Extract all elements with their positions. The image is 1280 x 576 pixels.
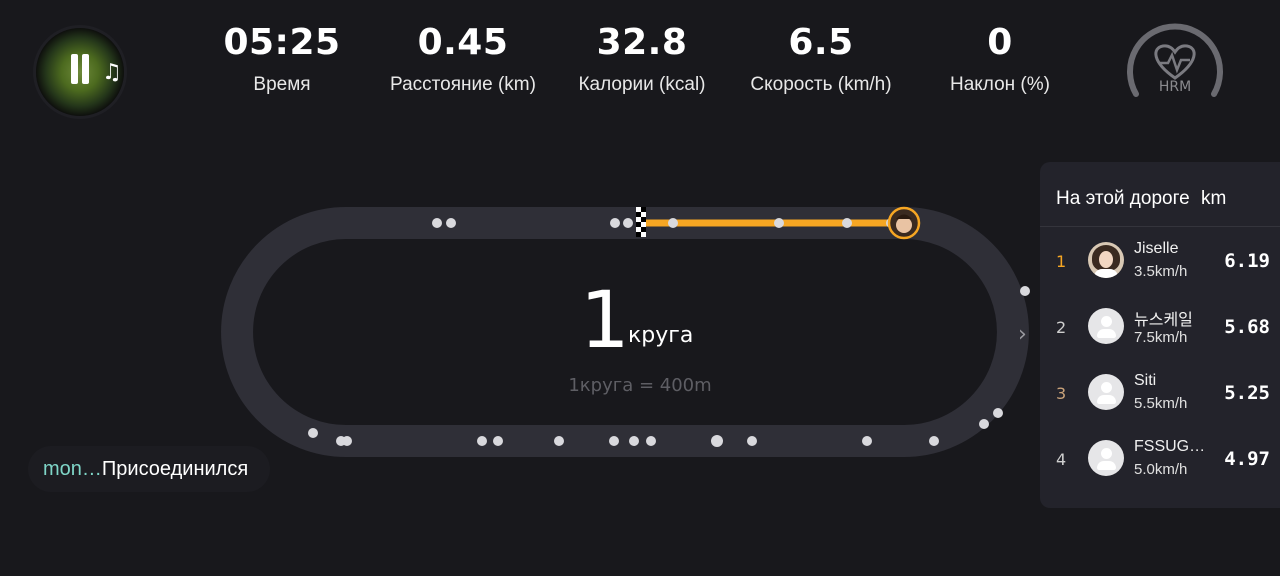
runner-dot (979, 419, 989, 429)
finish-flag-icon (636, 207, 646, 237)
runner-dot (774, 218, 784, 228)
rank: 4 (1056, 450, 1067, 469)
player-distance: 5.68 (1224, 316, 1270, 338)
runner-dot (747, 436, 757, 446)
leaderboard-title: На этой дороге km (1056, 188, 1226, 210)
player-speed: 3.5km/h (1134, 263, 1188, 280)
runner-dot (446, 218, 456, 228)
runner-dot (1020, 286, 1030, 296)
runner-dot (623, 218, 633, 228)
runner-dot (862, 436, 872, 446)
leaderboard-unit: km (1200, 188, 1227, 209)
player-speed: 5.5km/h (1134, 395, 1188, 412)
leaderboard-row[interactable]: 3 Siti 5.5km/h 5.25 (1040, 360, 1280, 426)
lap-word: круга (628, 323, 694, 348)
runner-dot (646, 436, 656, 446)
runner-dot (493, 436, 503, 446)
runner-dot (711, 435, 723, 447)
player-speed: 5.0km/h (1134, 461, 1188, 478)
avatar (1088, 374, 1124, 410)
divider (1040, 226, 1280, 227)
avatar (1088, 242, 1124, 278)
player-distance: 6.19 (1224, 250, 1270, 272)
leaderboard-row[interactable]: 2 뉴스케일 7.5km/h 5.68 (1040, 294, 1280, 360)
player-name: Jiselle (1134, 240, 1179, 257)
rank: 1 (1056, 252, 1067, 271)
player-speed: 7.5km/h (1134, 329, 1188, 346)
lap-info: 1круга = 400m (568, 375, 712, 396)
avatar (1088, 440, 1124, 476)
runner-dot (609, 436, 619, 446)
player-name: Siti (1134, 372, 1157, 389)
runner-dot (842, 218, 852, 228)
avatar (1088, 308, 1124, 344)
player-distance: 5.25 (1224, 382, 1270, 404)
runner-dot (554, 436, 564, 446)
runner-dot (432, 218, 442, 228)
leaderboard-title-text: На этой дороге (1056, 188, 1190, 209)
rank: 3 (1056, 384, 1067, 403)
leaderboard-row[interactable]: 4 FSSUG… 5.0km/h 4.97 (1040, 426, 1280, 492)
runner-dot (993, 408, 1003, 418)
runner-dot (629, 436, 639, 446)
runner-dot (668, 218, 678, 228)
runner-dot (336, 436, 346, 446)
runner-dot (929, 436, 939, 446)
lap-count: 1 (580, 276, 630, 366)
rank: 2 (1056, 318, 1067, 337)
my-runner-avatar (887, 206, 921, 240)
runner-dot (610, 218, 620, 228)
join-notification: mon…Присоединился (28, 446, 271, 492)
notification-user: mon… (43, 458, 102, 480)
runner-dot (308, 428, 318, 438)
runner-dot (477, 436, 487, 446)
player-name: 뉴스케일 (1134, 312, 1193, 329)
leaderboard-panel: На этой дороге km 1 Jiselle 3.5km/h 6.19… (1040, 162, 1280, 508)
player-name: FSSUG… (1134, 438, 1206, 455)
player-distance: 4.97 (1224, 448, 1270, 470)
leaderboard-row[interactable]: 1 Jiselle 3.5km/h 6.19 (1040, 228, 1280, 294)
chevron-right-icon[interactable]: › (1018, 322, 1027, 347)
notification-message: Присоединился (101, 458, 249, 480)
